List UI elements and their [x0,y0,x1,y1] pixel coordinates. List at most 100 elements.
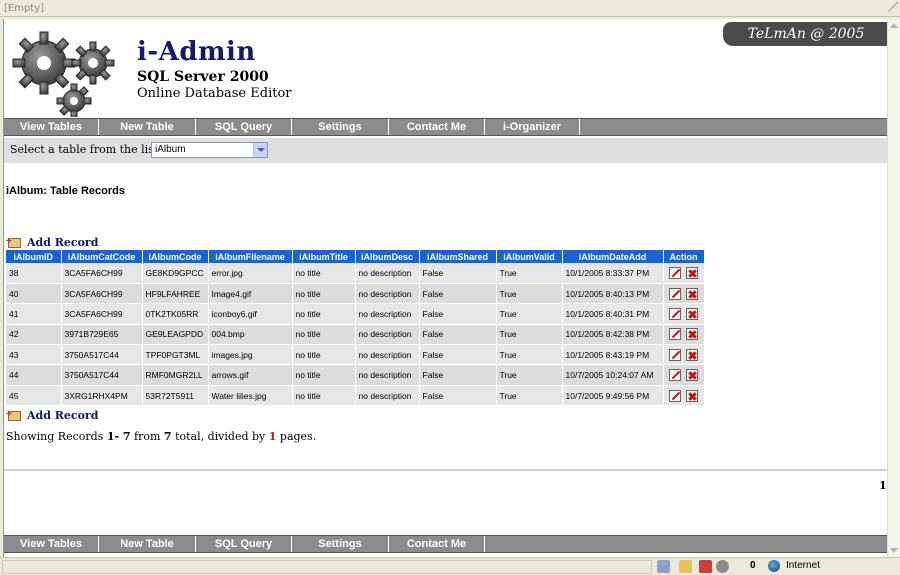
table-cell: 10/7/2005 9:49:56 PM [562,385,664,407]
column-header[interactable]: iAlbumDesc [355,250,420,263]
edit-icon[interactable] [669,307,681,320]
action-cell [663,303,705,325]
footer-menu-settings[interactable]: Settings [292,536,389,552]
footer-menu-sql-query[interactable]: SQL Query [196,536,292,552]
add-record-icon: + [6,409,24,422]
table-cell: no title [292,385,356,407]
app-subtitle: SQL Server 2000 [137,69,269,85]
edit-icon[interactable] [669,266,681,279]
table-cell: error.jpg [208,263,293,284]
table-cell: RMF0MGR2LL [142,364,209,386]
action-cell [663,385,705,407]
network-icon [657,560,670,573]
table-cell: False [419,324,497,346]
footer-menu-new-table[interactable]: New Table [99,536,196,552]
footer-menu-view-tables[interactable]: View Tables [4,536,99,552]
table-cell: 3750A517C44 [61,344,143,366]
table-select-value: iAlbum [155,144,186,155]
column-header[interactable]: iAlbumFilename [208,250,293,263]
menu-contact-me[interactable]: Contact Me [389,119,485,135]
table-row: 45 3XRG1RHX4PM 53R72T5911 Water lilies.jpg n… [6,385,705,407]
table-cell: True [496,283,563,305]
delete-icon[interactable] [686,389,698,402]
menu-sql-query[interactable]: SQL Query [196,119,292,135]
column-header[interactable]: iAlbumValid [496,250,563,263]
scroll-down-icon[interactable] [890,548,898,553]
table-cell: no title [292,303,356,325]
status-count: 0 [750,560,756,571]
vertical-scrollbar[interactable] [887,19,900,557]
records-summary: Showing Records 1- 7 from 7 total, divid… [6,430,316,443]
table-cell: no title [292,364,356,386]
column-header: Action [663,250,705,263]
table-cell: False [419,283,497,305]
edit-icon[interactable] [669,389,681,402]
security-zone: Internet [786,560,820,571]
summary-total-text: total, divided by [175,430,266,443]
table-cell: 45 [6,385,62,407]
table-cell: 10/7/2005 10:24:07 AM [562,364,664,386]
divider [4,469,888,471]
table-cell: Image4.gif [208,283,293,305]
menu-new-table[interactable]: New Table [99,119,196,135]
delete-icon[interactable] [686,307,698,320]
action-cell [663,283,705,305]
table-select[interactable]: iAlbum [151,142,268,158]
delete-icon[interactable] [686,287,698,300]
edit-icon[interactable] [669,287,681,300]
delete-icon[interactable] [686,348,698,361]
table-cell: True [496,344,563,366]
table-cell: False [419,385,497,407]
table-cell: Water lilies.jpg [208,385,293,407]
menu-i-organizer[interactable]: i-Organizer [485,119,580,135]
footer-menu-contact-me[interactable]: Contact Me [389,536,485,552]
table-cell: 0TK2TK05RR [142,303,209,325]
table-cell: no description [355,303,420,325]
summary-pages: 1 [268,430,277,443]
add-record-link-top[interactable]: + Add Record [6,236,98,249]
column-header[interactable]: iAlbumDateAdd [562,250,664,263]
add-record-link-bottom[interactable]: + Add Record [6,409,98,422]
lock-icon [679,560,692,573]
resize-grip-icon[interactable] [888,2,898,12]
delete-icon[interactable] [686,328,698,341]
table-cell: no title [292,344,356,366]
edit-icon[interactable] [669,348,681,361]
edit-icon[interactable] [669,328,681,341]
column-header[interactable]: iAlbumCode [142,250,209,263]
table-cell: GE8KD9GPCC [142,263,209,284]
bottom-menu-bar: View Tables New Table SQL Query Settings… [4,535,888,553]
menu-view-tables[interactable]: View Tables [4,119,99,135]
column-header[interactable]: iAlbumShared [419,250,497,263]
table-cell: False [419,263,497,284]
scroll-up-icon[interactable] [890,23,898,28]
table-cell: 3750A517C44 [61,364,143,386]
table-cell: 004.bmp [208,324,293,346]
table-selector-label: Select a table from the list: [10,143,162,156]
table-cell: 40 [6,283,62,305]
edit-icon[interactable] [669,369,681,382]
table-cell: HF9LFAHREE [142,283,209,305]
table-cell: 43 [6,344,62,366]
table-row: 38 3CA5FA6CH99 GE8KD9GPCC error.jpg no title… [6,263,705,284]
add-record-label: Add Record [27,409,99,422]
column-header[interactable]: iAlbumID [6,250,62,263]
delete-icon[interactable] [686,266,698,279]
table-cell: 10/1/2005 8:43:19 PM [562,344,664,366]
table-cell: no title [292,324,356,346]
table-cell: iconboy6.gif [208,303,293,325]
menu-settings[interactable]: Settings [292,119,389,135]
table-row: 40 3CA5FA6CH99 HF9LFAHREE Image4.gif no titl… [6,283,705,305]
table-cell: no description [355,385,420,407]
chevron-down-icon[interactable] [253,143,267,157]
table-cell: 3971B729E65 [61,324,143,346]
table-cell: no description [355,283,420,305]
table-cell: no description [355,344,420,366]
column-header[interactable]: iAlbumCatCode [61,250,143,263]
delete-icon[interactable] [686,369,698,382]
table-cell: 10/1/2005 8:42:38 PM [562,324,664,346]
table-cell: True [496,263,563,284]
table-cell: 10/1/2005 8:40:31 PM [562,303,664,325]
page-number-link[interactable]: 1 [879,479,887,492]
column-header[interactable]: iAlbumTitle [292,250,356,263]
